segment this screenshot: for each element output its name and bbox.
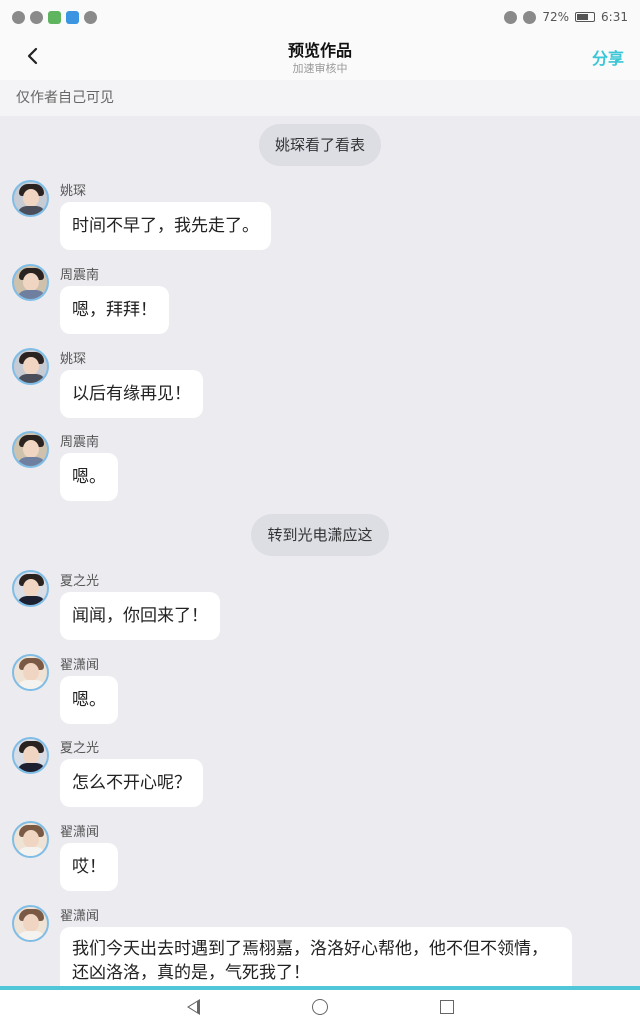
app-notification-icon <box>48 10 61 24</box>
sender-name: 周震南 <box>60 268 100 283</box>
message-bubble[interactable]: 我们今天出去时遇到了焉栩嘉，洛洛好心帮他，他不但不领情，还凶洛洛，真的是，气死我… <box>60 927 572 986</box>
avatar[interactable] <box>12 431 49 468</box>
narration-item: 姚琛看了看表 <box>0 124 640 166</box>
avatar[interactable] <box>12 264 49 301</box>
message-app-icon <box>66 10 79 24</box>
avatar[interactable] <box>12 821 49 858</box>
sender-name: 翟潇闻 <box>60 909 100 924</box>
message-bubble[interactable]: 时间不早了，我先走了。 <box>60 202 271 250</box>
headphone-icon <box>504 10 518 24</box>
narration-text: 姚琛看了看表 <box>258 124 381 166</box>
navigation-bar: 预览作品 加速审核中 分享 <box>0 34 640 80</box>
visibility-notice: 仅作者自己可见 <box>0 80 640 116</box>
avatar[interactable] <box>12 180 49 217</box>
message-bubble[interactable]: 嗯，拜拜！ <box>60 286 169 334</box>
battery-level <box>577 14 588 20</box>
browser-icon <box>30 10 43 24</box>
share-button[interactable]: 分享 <box>592 45 624 69</box>
avatar[interactable] <box>12 737 49 774</box>
clock: 6:31 <box>601 10 628 24</box>
page-title: 预览作品 <box>287 41 352 60</box>
status-bar: 72% 6:31 <box>0 0 640 34</box>
sender-name: 周震南 <box>60 435 100 450</box>
sender-name: 翟潇闻 <box>60 658 100 673</box>
message-bubble[interactable]: 怎么不开心呢？ <box>60 759 203 807</box>
system-recents-icon[interactable] <box>439 1000 454 1014</box>
mute-icon <box>523 10 537 24</box>
avatar[interactable] <box>12 905 49 942</box>
wifi-icon <box>12 10 25 24</box>
message-bubble[interactable]: 嗯。 <box>60 676 118 724</box>
sender-name: 姚琛 <box>60 184 87 199</box>
message-bubble[interactable]: 嗯。 <box>60 453 118 501</box>
message-bubble[interactable]: 哎！ <box>60 843 118 891</box>
avatar[interactable] <box>12 570 49 607</box>
system-back-icon[interactable] <box>186 999 200 1015</box>
sender-name: 夏之光 <box>60 574 100 589</box>
status-left-icons <box>12 10 97 24</box>
system-home-icon[interactable] <box>311 999 328 1015</box>
qq-icon <box>84 10 97 24</box>
status-right: 72% 6:31 <box>504 10 628 24</box>
narration-text: 转到光电潇应这 <box>251 514 389 556</box>
avatar[interactable] <box>12 348 49 385</box>
battery-percent: 72% <box>542 10 570 24</box>
sender-name: 夏之光 <box>60 741 100 756</box>
sender-name: 翟潇闻 <box>60 825 100 840</box>
system-navigation-bar <box>0 990 640 1024</box>
message-bubble[interactable]: 以后有缘再见！ <box>60 370 203 418</box>
page-subtitle: 加速审核中 <box>292 62 348 75</box>
sender-name: 姚琛 <box>60 352 87 367</box>
message-bubble[interactable]: 闻闻，你回来了！ <box>60 592 220 640</box>
battery-icon <box>575 12 596 22</box>
avatar[interactable] <box>12 654 49 691</box>
narration-item: 转到光电潇应这 <box>0 514 640 556</box>
chat-area[interactable]: 姚琛看了看表 姚琛 时间不早了，我先走了。 周震南 嗯，拜拜！ 姚琛 以后有缘再… <box>0 116 640 986</box>
